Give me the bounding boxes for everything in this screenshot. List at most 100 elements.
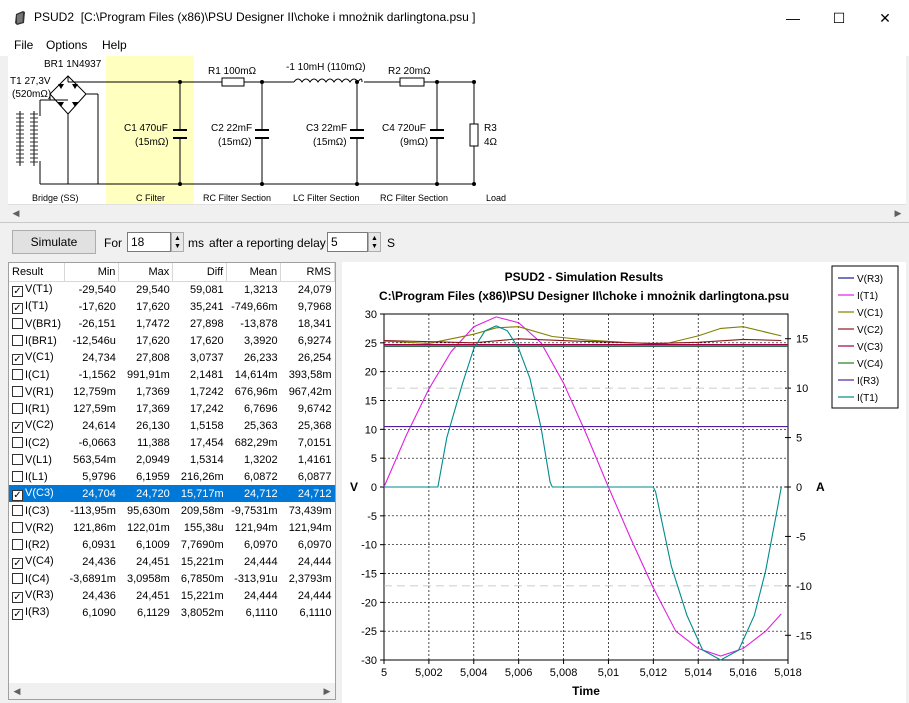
result-name: I(L1) [25,470,48,483]
x-tick-label: 5,008 [550,667,578,679]
result-checkbox[interactable] [12,385,23,397]
table-row[interactable]: I(C1) -1,1562 991,91m 2,1481 14,614m 393,58m [9,366,335,383]
table-row[interactable]: ✓ V(C2) 24,614 26,130 1,5158 25,363 25,368 [9,417,335,434]
legend-label[interactable]: I(T1) [857,393,878,404]
cell-min: 12,759m [73,385,116,398]
delay-input[interactable]: 5 [327,232,368,252]
legend-label[interactable]: V(C2) [857,325,883,336]
result-cell: V(L1) [9,451,65,468]
y-left-tick-label: 10 [365,424,377,436]
minimize-button[interactable]: — [770,0,816,36]
col-max[interactable]: Max [118,263,174,282]
y-right-tick-label: 0 [796,482,802,494]
scroll-right-icon[interactable]: ▶ [319,683,335,699]
cell-rms: 24,712 [280,485,335,502]
table-row[interactable]: ✓ V(T1) -29,540 29,540 59,081 1,3213 24,079 [9,281,335,298]
table-row[interactable]: ✓ V(C4) 24,436 24,451 15,221m 24,444 24,444 [9,553,335,570]
legend-label[interactable]: I(T1) [857,291,878,302]
simulate-button[interactable]: Simulate [12,230,96,254]
result-checkbox[interactable] [12,317,23,329]
table-row[interactable]: I(C2) -6,0663 11,388 17,454 682,29m 7,0151 [9,434,335,451]
title-bar: PSUD2 [C:\Program Files (x86)\PSU Design… [0,0,909,36]
scroll-left-icon[interactable]: ◀ [9,683,25,699]
table-row[interactable]: ✓ V(C1) 24,734 27,808 3,0737 26,233 26,254 [9,349,335,366]
result-checkbox[interactable] [12,334,23,346]
scroll-left-icon[interactable]: ◀ [8,205,24,221]
legend-label[interactable]: V(C1) [857,308,883,319]
table-row[interactable]: V(R1) 12,759m 1,7369 1,7242 676,96m 967,42m [9,383,335,400]
legend-label[interactable]: I(R3) [857,376,879,387]
menu-options[interactable]: Options [46,38,87,52]
col-min[interactable]: Min [64,263,120,282]
result-checkbox[interactable] [12,470,23,482]
table-row[interactable]: I(R1) 127,59m 17,369 17,242 6,7696 9,6742 [9,400,335,417]
cell-max: 26,130 [136,419,170,432]
delay-spinner[interactable]: ▲ ▼ [368,232,381,252]
result-checkbox[interactable]: ✓ [12,353,23,365]
col-rms[interactable]: RMS [280,263,335,282]
table-row[interactable]: ✓ V(C3) 24,704 24,720 15,717m 24,712 24,712 [9,485,335,502]
result-checkbox[interactable] [12,538,23,550]
cell-min: -3,6891m [69,572,116,585]
cell-max: 1,7472 [136,317,170,330]
table-row[interactable]: ✓ V(R3) 24,436 24,451 15,221m 24,444 24,444 [9,587,335,604]
duration-spinner[interactable]: ▲ ▼ [171,232,184,252]
result-checkbox[interactable]: ✓ [12,608,23,620]
result-checkbox[interactable]: ✓ [12,421,23,433]
close-button[interactable]: ✕ [862,0,908,36]
result-cell: I(R2) [9,536,65,553]
app-window: { "window": { "app_name": "PSUD2", "file… [0,0,909,703]
cell-mean: 26,233 [243,351,278,364]
table-row[interactable]: ✓ I(T1) -17,620 17,620 35,241 -749,66m 9,7968 [9,298,335,315]
table-scrollbar[interactable]: ◀ ▶ [9,683,335,699]
cell-rms: 25,368 [297,419,332,432]
result-checkbox[interactable]: ✓ [12,302,23,314]
y-left-tick-label: -25 [361,626,377,638]
menu-help[interactable]: Help [102,38,127,52]
cell-max: 6,1129 [136,606,170,619]
table-row[interactable]: V(L1) 563,54m 2,0949 1,5314 1,3202 1,4161 [9,451,335,468]
legend-label[interactable]: V(R3) [857,274,883,285]
col-result[interactable]: Result [9,263,66,282]
cell-diff: 3,8052m [180,606,224,619]
table-row[interactable]: ✓ I(R3) 6,1090 6,1129 3,8052m 6,1110 6,1110 [9,604,335,621]
col-mean[interactable]: Mean [226,263,282,282]
result-checkbox[interactable] [12,402,23,414]
cell-mean: -749,66m [231,300,278,313]
scroll-right-icon[interactable]: ▶ [890,205,906,221]
y-right-tick-label: -15 [796,630,812,642]
schematic-panel: T1 27,3V (520mΩ) BR1 1N4937 C1 470uF (15… [8,56,906,204]
col-diff[interactable]: Diff [172,263,228,282]
cell-min: 127,59m [73,402,116,415]
cell-min: 563,54m [73,453,116,466]
legend-label[interactable]: V(C3) [857,342,883,353]
result-checkbox[interactable]: ✓ [12,285,23,297]
y-left-tick-label: -20 [361,597,377,609]
cell-diff: 1,5158 [189,419,224,432]
result-checkbox[interactable]: ✓ [12,489,23,501]
result-cell: V(R2) [9,519,65,536]
table-row[interactable]: I(C4) -3,6891m 3,0958m 6,7850m -313,91u 2,379… [9,570,335,587]
result-checkbox[interactable] [12,521,23,533]
table-row[interactable]: V(BR1) -26,151 1,7472 27,898 -13,878 18,341 [9,315,335,332]
result-checkbox[interactable] [12,436,23,448]
table-row[interactable]: V(R2) 121,86m 122,01m 155,38u 121,94m 121,94m [9,519,335,536]
result-checkbox[interactable]: ✓ [12,557,23,569]
table-row[interactable]: I(L1) 5,9796 6,1959 216,26m 6,0872 6,0877 [9,468,335,485]
result-checkbox[interactable] [12,572,23,584]
table-row[interactable]: I(R2) 6,0931 6,1009 7,7690m 6,0970 6,0970 [9,536,335,553]
result-checkbox[interactable]: ✓ [12,591,23,603]
legend-label[interactable]: V(C4) [857,359,883,370]
menu-file[interactable]: File [14,38,33,52]
table-row[interactable]: I(C3) -113,95m 95,630m 209,58m -9,7531m 73,43… [9,502,335,519]
maximize-button[interactable]: ☐ [816,0,862,36]
table-row[interactable]: I(BR1) -12,546u 17,620 17,620 3,3920 6,9274 [9,332,335,349]
result-checkbox[interactable] [12,453,23,465]
schematic-scrollbar[interactable]: ◀ ▶ [8,204,906,220]
result-cell: I(C3) [9,502,65,519]
result-checkbox[interactable] [12,368,23,380]
duration-input[interactable]: 18 [127,232,171,252]
result-checkbox[interactable] [12,504,23,516]
cell-rms: 2,3793m [288,572,332,585]
cell-rms: 9,7968 [297,300,332,313]
